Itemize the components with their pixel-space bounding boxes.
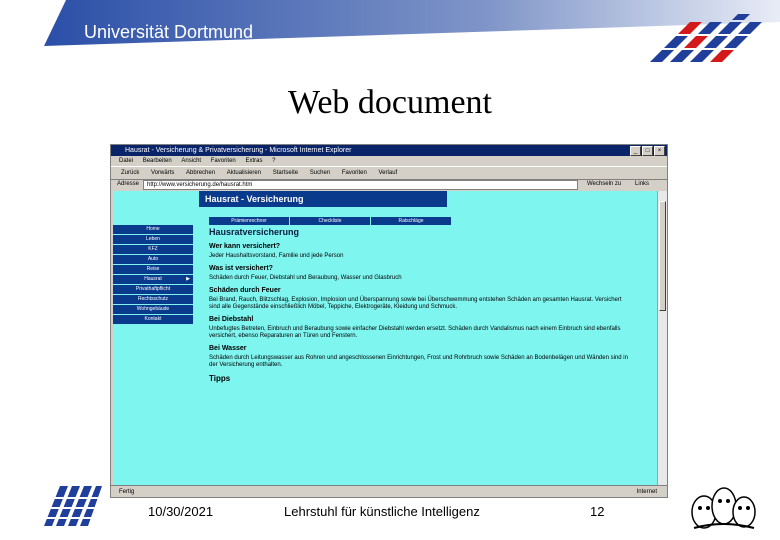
browser-window-title: Hausrat - Versicherung & Privatversicher… (125, 147, 352, 154)
section-water-text: Schäden durch Leitungswasser aus Rohren … (209, 355, 628, 368)
search-button[interactable]: Suchen (310, 170, 330, 176)
answer-who: Jeder Haushaltsvorstand, Familie und jed… (209, 253, 344, 259)
footer-date: 10/30/2021 (148, 504, 214, 519)
address-label: Adresse (117, 181, 140, 187)
nav-item-legal[interactable]: Rechtsschutz (113, 295, 193, 305)
browser-titlebar: Hausrat - Versicherung & Privatversicher… (111, 145, 667, 156)
forward-button[interactable]: Vorwärts (151, 170, 174, 176)
faculty-logo (40, 486, 104, 526)
slide-title: Web document (287, 84, 493, 121)
nav-item-liability[interactable]: Privathaftpflicht (113, 285, 193, 295)
nav-item-auto[interactable]: Auto (113, 255, 193, 265)
maximize-icon[interactable]: □ (642, 146, 653, 156)
question-what: Was ist versichert? (209, 265, 273, 272)
article: Hausratversicherung Wer kann versichert?… (209, 227, 629, 383)
nav-item-kfz[interactable]: KFZ (113, 245, 193, 255)
browser-toolbar: Zurück Vorwärts Abbrechen Aktualisieren … (111, 166, 667, 180)
menu-view[interactable]: Ansicht (181, 158, 201, 164)
back-button[interactable]: Zurück (121, 170, 139, 176)
nav-item-life[interactable]: Leben (113, 235, 193, 245)
address-input[interactable]: http://www.versicherung.de/hausrat.htm (143, 180, 578, 190)
section-theft-text: Unbefugtes Betreten, Einbruch und Beraub… (209, 326, 621, 339)
home-button[interactable]: Startseite (273, 170, 298, 176)
browser-window: Hausrat - Versicherung & Privatversicher… (110, 144, 668, 498)
scrollbar-thumb[interactable] (659, 201, 666, 311)
links-button[interactable]: Links (635, 179, 649, 190)
history-button[interactable]: Verlauf (379, 170, 398, 176)
section-fire-text: Bei Brand, Rauch, Blitzschlag, Explosion… (209, 297, 622, 310)
tab-advice[interactable]: Ratschläge (371, 217, 452, 225)
status-text: Fertig (119, 489, 135, 495)
left-navigation: Home Leben KFZ Auto Reise Hausrat Privat… (113, 225, 193, 325)
refresh-button[interactable]: Aktualisieren (227, 170, 261, 176)
menu-bar: Datei Bearbeiten Ansicht Favoriten Extra… (111, 156, 667, 166)
chair-mascot-icon (691, 487, 756, 529)
page-tabs: Prämienrechner Checkliste Ratschläge (209, 217, 452, 225)
answer-what: Schäden durch Feuer, Diebstahl und Berau… (209, 275, 402, 281)
nav-item-home[interactable]: Home (113, 225, 193, 235)
nav-item-household[interactable]: Hausrat (113, 275, 193, 285)
stop-button[interactable]: Abbrechen (186, 170, 215, 176)
university-logo (650, 14, 762, 62)
section-theft: Bei Diebstahl (209, 316, 254, 323)
page-banner: Hausrat - Versicherung (199, 191, 447, 207)
minimize-icon[interactable]: _ (630, 146, 641, 156)
tips-heading: Tipps (209, 374, 231, 383)
footer-chair: Lehrstuhl für künstliche Intelligenz (284, 504, 480, 519)
go-button[interactable]: Wechseln zu (587, 179, 621, 190)
status-bar: Fertig Internet (111, 485, 667, 497)
address-bar: Adresse http://www.versicherung.de/hausr… (111, 179, 667, 190)
page-number: 12 (590, 504, 605, 519)
tab-premium-calculator[interactable]: Prämienrechner (209, 217, 290, 225)
close-icon[interactable]: × (654, 146, 665, 156)
nav-item-contact[interactable]: Kontakt (113, 315, 193, 325)
section-water: Bei Wasser (209, 345, 247, 352)
menu-file[interactable]: Datei (119, 158, 133, 164)
nav-item-building[interactable]: Wohngebäude (113, 305, 193, 315)
menu-favorites[interactable]: Favoriten (211, 158, 236, 164)
header-title: Universität Dortmund (84, 22, 254, 42)
question-who: Wer kann versichert? (209, 243, 281, 250)
section-fire: Schäden durch Feuer (209, 287, 281, 294)
zone-text: Internet (636, 489, 657, 495)
favorites-button[interactable]: Favoriten (342, 170, 367, 176)
menu-tools[interactable]: Extras (245, 158, 262, 164)
tab-checklist[interactable]: Checkliste (290, 217, 371, 225)
article-heading: Hausratversicherung (209, 227, 300, 237)
menu-edit[interactable]: Bearbeiten (143, 158, 172, 164)
web-page-content: Hausrat - Versicherung Prämienrechner Ch… (113, 191, 657, 485)
vertical-scrollbar[interactable] (657, 191, 667, 485)
nav-item-travel[interactable]: Reise (113, 265, 193, 275)
menu-help[interactable]: ? (272, 158, 275, 164)
